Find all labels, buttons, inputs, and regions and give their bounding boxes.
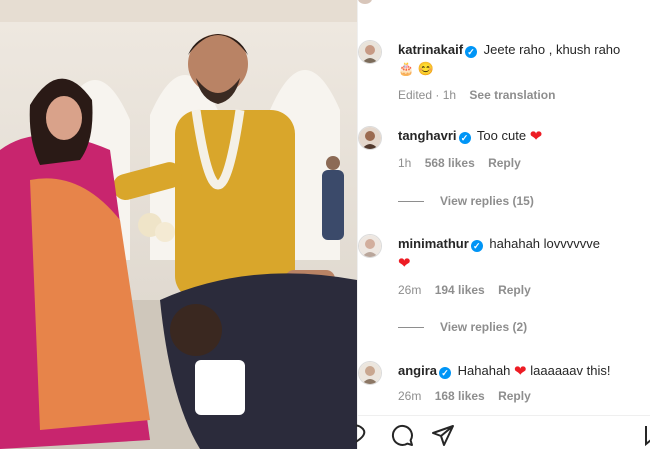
comment-time: 26m [398, 283, 422, 297]
comment-body: hahahah lovvvvvve [489, 236, 600, 251]
avatar[interactable] [358, 126, 382, 150]
replies-divider-line [398, 327, 424, 329]
comment-likes[interactable]: 568 likes [425, 156, 475, 170]
comment-body-continued: laaaaaav this! [530, 363, 611, 378]
paper-plane-icon[interactable] [431, 423, 455, 447]
verified-badge-icon: ✓ [465, 46, 478, 58]
view-replies-button[interactable]: View replies (2) [398, 320, 527, 334]
previous-avatar-fragment [358, 0, 372, 4]
comment-time: 1h [398, 156, 412, 170]
comment-bubble-icon[interactable] [390, 423, 414, 447]
avatar-image [359, 362, 381, 384]
comment-text: tanghavri ✓ Too cute ❤ [398, 126, 643, 146]
post-action-bar [356, 415, 650, 450]
comments-panel: katrinakaif ✓ Jeete raho , khush raho 🎂 😊… [356, 0, 650, 450]
avatar-image [359, 127, 381, 149]
comment-text: angira ✓ Hahahah ❤ laaaaaav this! [398, 361, 643, 381]
comment-likes[interactable]: 194 likes [435, 283, 485, 297]
comment-body: Jeete raho , khush raho [483, 42, 621, 57]
avatar[interactable] [358, 40, 382, 64]
comment-body: Hahahah [457, 363, 511, 378]
comment-likes[interactable]: 168 likes [435, 389, 485, 403]
red-heart-emoji-icon: ❤ [398, 255, 411, 272]
comment-text: katrinakaif ✓ Jeete raho , khush raho 🎂 😊 [398, 40, 643, 78]
comment-meta: Edited · 1h See translation [398, 88, 565, 102]
reply-button[interactable]: Reply [488, 156, 521, 170]
red-heart-emoji-icon: ❤ [514, 363, 527, 380]
username[interactable]: tanghavri [398, 128, 457, 143]
avatar[interactable] [358, 361, 382, 385]
replies-divider-line [398, 201, 424, 203]
reply-button[interactable]: Reply [498, 389, 531, 403]
comment-meta: 26m 194 likes Reply [398, 283, 541, 297]
comment-meta: 26m 168 likes Reply [398, 389, 541, 403]
username[interactable]: katrinakaif [398, 42, 463, 57]
view-replies-button[interactable]: View replies (15) [398, 194, 534, 208]
avatar[interactable] [358, 234, 382, 258]
avatar-image [359, 235, 381, 257]
comment-time: Edited · 1h [398, 88, 457, 102]
post-photo [0, 0, 357, 449]
view-replies-label: View replies (15) [440, 194, 534, 208]
emoji-text: 🎂 😊 [398, 61, 434, 76]
reply-button[interactable]: Reply [498, 283, 531, 297]
red-heart-emoji-icon: ❤ [529, 128, 543, 145]
view-replies-label: View replies (2) [440, 320, 528, 334]
comment-time: 26m [398, 389, 422, 403]
verified-badge-icon: ✓ [439, 367, 452, 379]
see-translation-button[interactable]: See translation [469, 88, 555, 102]
wedding-photo [0, 0, 357, 449]
verified-badge-icon: ✓ [458, 132, 471, 144]
comment-body: Too cute [476, 128, 527, 143]
comment-meta: 1h 568 likes Reply [398, 156, 531, 170]
comment-text: minimathur ✓ hahahah lovvvvvve ❤ [398, 234, 643, 273]
heart-outline-icon[interactable] [356, 423, 370, 445]
verified-badge-icon: ✓ [470, 240, 483, 252]
avatar-image [359, 41, 381, 63]
username[interactable]: minimathur [398, 236, 469, 251]
username[interactable]: angira [398, 363, 437, 378]
bookmark-icon[interactable] [644, 423, 650, 447]
